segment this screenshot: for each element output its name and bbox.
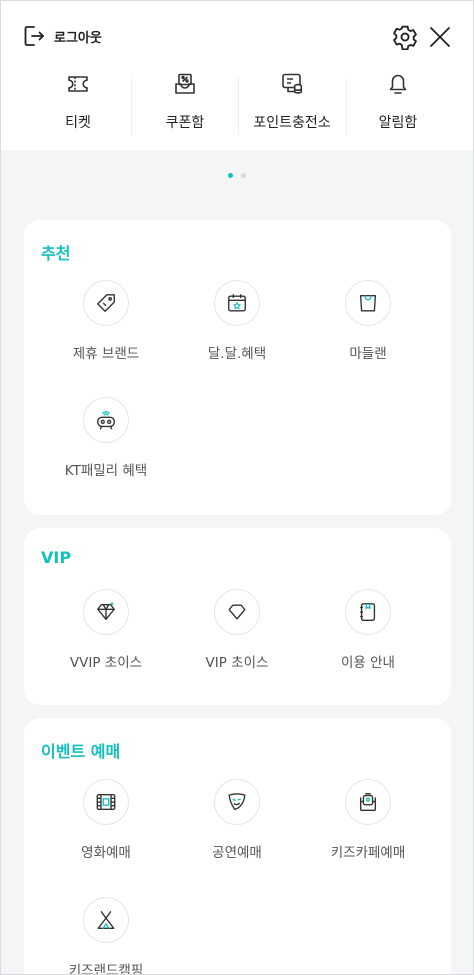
- gear-icon[interactable]: [392, 24, 418, 50]
- quick-label: 알림함: [378, 115, 418, 131]
- icon-circle: [214, 589, 260, 635]
- tag-icon: [97, 294, 115, 312]
- diamond-sparkle-icon: [97, 602, 115, 621]
- quick-item-ticket[interactable]: 티켓: [38, 70, 118, 140]
- menu-item-vvip-choice[interactable]: VVIP 초이스: [41, 589, 171, 689]
- logout-label: 로그아웃: [54, 30, 102, 46]
- pager-dot-active[interactable]: [228, 173, 233, 178]
- icon-circle: [83, 779, 129, 825]
- icon-circle: [83, 397, 129, 443]
- shopping-bag-icon: [359, 294, 377, 312]
- coupon-box-icon: [175, 73, 195, 94]
- menu-item-partner-brand[interactable]: 제휴 브랜드: [41, 280, 171, 380]
- quick-item-point-charge[interactable]: 포인트충전소: [242, 70, 342, 140]
- menu-label: 마들랜: [349, 346, 387, 362]
- quick-label: 포인트충전소: [253, 115, 331, 131]
- section-title: 이벤트 예매: [41, 742, 121, 761]
- divider: [346, 78, 347, 134]
- pager-dot[interactable]: [241, 173, 246, 178]
- section-recommend: 추천 제휴 브랜드 달.달.혜택 마들랜 KT패밀리 혜택: [24, 220, 451, 515]
- notebook-icon: [360, 603, 376, 621]
- menu-label: 제휴 브랜드: [72, 346, 140, 362]
- quick-item-notification[interactable]: 알림함: [358, 70, 438, 140]
- tent-icon: [97, 911, 115, 929]
- icon-circle: [214, 779, 260, 825]
- divider: [238, 78, 239, 134]
- logout-button[interactable]: 로그아웃: [22, 22, 102, 50]
- point-charge-icon: [282, 73, 303, 94]
- menu-label: 영화예매: [81, 845, 131, 861]
- section-vip: VIP VVIP 초이스 VIP 초이스 이용 안내: [24, 528, 451, 705]
- menu-item-usage-guide[interactable]: 이용 안내: [303, 589, 433, 689]
- menu-label: 달.달.혜택: [207, 346, 267, 362]
- film-icon: [96, 793, 116, 811]
- pager-dots: [0, 173, 474, 179]
- divider: [131, 78, 132, 134]
- menu-item-kt-family[interactable]: KT패밀리 혜택: [41, 397, 171, 497]
- quick-item-coupon[interactable]: 쿠폰함: [145, 70, 225, 140]
- icon-circle: [345, 779, 391, 825]
- kids-cafe-icon: [359, 793, 377, 811]
- quick-menu: 티켓 쿠폰함 포인트충전소 알림함: [0, 70, 474, 150]
- menu-label: 이용 안내: [341, 655, 395, 671]
- logout-icon: [24, 26, 44, 46]
- menu-label: KT패밀리 혜택: [64, 463, 148, 479]
- icon-circle: [83, 589, 129, 635]
- menu-item-movie-booking[interactable]: 영화예매: [41, 779, 171, 879]
- bell-icon: [389, 74, 407, 94]
- robot-icon: [97, 411, 115, 430]
- calendar-icon: [228, 294, 246, 312]
- section-event-booking: 이벤트 예매 영화예매 공연예매 키즈카페예매 키즈랜드캠핑: [24, 718, 451, 975]
- icon-circle: [83, 280, 129, 326]
- menu-item-madeulan[interactable]: 마들랜: [303, 280, 433, 380]
- menu-item-vip-choice[interactable]: VIP 초이스: [172, 589, 302, 689]
- section-title: VIP: [41, 548, 72, 567]
- menu-label: VIP 초이스: [205, 655, 269, 671]
- ticket-icon: [68, 76, 88, 92]
- icon-circle: [214, 280, 260, 326]
- menu-item-daldal-benefit[interactable]: 달.달.혜택: [172, 280, 302, 380]
- icon-circle: [345, 589, 391, 635]
- theater-mask-icon: [228, 793, 246, 811]
- menu-item-kidsland-camping[interactable]: 키즈랜드캠핑: [41, 897, 171, 975]
- menu-label: 키즈카페예매: [330, 845, 406, 861]
- close-icon[interactable]: [428, 25, 452, 49]
- section-title: 추천: [41, 244, 71, 263]
- menu-label: VVIP 초이스: [69, 655, 143, 671]
- icon-circle: [83, 897, 129, 943]
- menu-item-kids-cafe-booking[interactable]: 키즈카페예매: [303, 779, 433, 879]
- quick-label: 쿠폰함: [165, 115, 205, 131]
- icon-circle: [345, 280, 391, 326]
- header: 로그아웃: [0, 0, 474, 70]
- menu-label: 키즈랜드캠핑: [68, 963, 144, 975]
- quick-label: 티켓: [65, 115, 91, 131]
- menu-item-performance-booking[interactable]: 공연예매: [172, 779, 302, 879]
- diamond-icon: [228, 604, 246, 620]
- menu-label: 공연예매: [212, 845, 262, 861]
